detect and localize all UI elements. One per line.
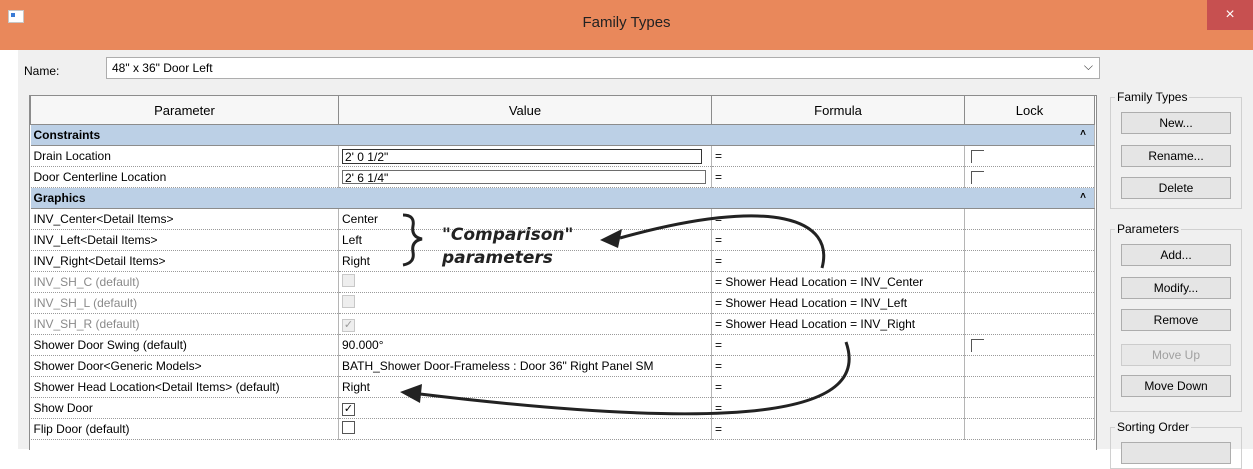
parameter-name: Show Door xyxy=(30,397,339,419)
formula-cell[interactable]: = xyxy=(711,397,965,419)
parameters-table: Parameter Value Formula Lock Constraints… xyxy=(29,95,1097,450)
value-input[interactable]: 2' 6 1/4" xyxy=(342,170,706,185)
parameter-name: INV_Center<Detail Items> xyxy=(30,208,339,230)
lock-cell xyxy=(964,271,1095,293)
lock-cell xyxy=(964,418,1095,440)
table-row: Show Door ✓ = xyxy=(30,397,1095,419)
add-parameter-button[interactable]: Add... xyxy=(1121,244,1231,266)
lock-cell xyxy=(964,376,1095,398)
table-row: INV_Right<Detail Items> Right = xyxy=(30,250,1095,272)
column-header-value[interactable]: Value xyxy=(338,96,712,125)
formula-cell[interactable]: = xyxy=(711,229,965,251)
table-row: INV_SH_C (default) = Shower Head Locatio… xyxy=(30,271,1095,293)
family-types-group: Family Types New... Rename... Delete xyxy=(1110,90,1242,209)
rename-type-button[interactable]: Rename... xyxy=(1121,145,1231,167)
sorting-order-group-title: Sorting Order xyxy=(1115,420,1192,434)
collapse-icon[interactable]: ˄ xyxy=(1080,191,1086,202)
lock-cell xyxy=(964,313,1095,335)
group-label: Graphics xyxy=(33,191,86,205)
chevron-down-icon: ⌵ xyxy=(1083,59,1093,73)
value-cell[interactable]: Right xyxy=(338,376,712,398)
parameter-name: INV_Left<Detail Items> xyxy=(30,229,339,251)
value-checkbox xyxy=(342,274,355,287)
value-cell[interactable]: 90.000° xyxy=(338,334,712,356)
name-value: 48" x 36" Door Left xyxy=(112,61,213,75)
parameters-group-title: Parameters xyxy=(1115,222,1182,236)
formula-cell[interactable]: = xyxy=(711,145,965,167)
value-checkbox: ✓ xyxy=(342,318,355,332)
table-row: INV_SH_L (default) = Shower Head Locatio… xyxy=(30,292,1095,314)
title-bar: Family Types × xyxy=(0,0,1253,50)
family-types-dialog: Name: 48" x 36" Door Left ⌵ Parameter Va… xyxy=(18,50,1253,469)
sorting-order-group: Sorting Order xyxy=(1110,420,1242,469)
table-row: Flip Door (default) = xyxy=(30,418,1095,440)
lock-cell xyxy=(964,292,1095,314)
parameter-name: INV_SH_R (default) xyxy=(30,313,339,335)
modify-parameter-button[interactable]: Modify... xyxy=(1121,277,1231,299)
parameter-name: Flip Door (default) xyxy=(30,418,339,440)
lock-checkbox[interactable] xyxy=(971,339,984,352)
annotation-line-2: parameters xyxy=(442,248,553,268)
lock-checkbox[interactable] xyxy=(971,150,984,163)
lock-cell xyxy=(964,250,1095,272)
formula-cell[interactable]: = xyxy=(711,208,965,230)
parameter-name: Door Centerline Location xyxy=(30,166,339,188)
value-checkbox[interactable] xyxy=(342,421,355,434)
annotation-line-1: "Comparison" xyxy=(442,225,574,245)
group-label: Constraints xyxy=(33,128,101,142)
lock-cell xyxy=(964,397,1095,419)
parameters-group: Parameters Add... Modify... Remove Move … xyxy=(1110,222,1242,412)
formula-cell[interactable]: = xyxy=(711,166,965,188)
delete-type-button[interactable]: Delete xyxy=(1121,177,1231,199)
table-row: Door Centerline Location 2' 6 1/4" = xyxy=(30,166,1095,188)
move-up-button[interactable]: Move Up xyxy=(1121,344,1231,366)
parameter-name: INV_SH_C (default) xyxy=(30,271,339,293)
value-cell[interactable]: BATH_Shower Door-Frameless : Door 36" Ri… xyxy=(338,355,712,377)
table-header: Parameter Value Formula Lock xyxy=(30,96,1095,125)
parameter-name: Shower Head Location<Detail Items> (defa… xyxy=(30,376,339,398)
lock-cell xyxy=(964,229,1095,251)
table-row: Shower Head Location<Detail Items> (defa… xyxy=(30,376,1095,398)
window-title: Family Types xyxy=(582,14,671,31)
table-row: INV_SH_R (default) ✓ = Shower Head Locat… xyxy=(30,313,1095,335)
parameter-name: Drain Location xyxy=(30,145,339,167)
value-checkbox[interactable]: ✓ xyxy=(342,402,355,416)
group-row-graphics[interactable]: Graphics ˄ xyxy=(30,187,1095,209)
remove-parameter-button[interactable]: Remove xyxy=(1121,309,1231,331)
value-checkbox xyxy=(342,295,355,308)
lock-cell xyxy=(964,355,1095,377)
parameter-name: Shower Door Swing (default) xyxy=(30,334,339,356)
column-header-lock[interactable]: Lock xyxy=(964,96,1095,125)
value-input[interactable]: 2' 0 1/2" xyxy=(342,148,702,164)
formula-cell[interactable]: = Shower Head Location = INV_Right xyxy=(711,313,965,335)
name-select[interactable]: 48" x 36" Door Left ⌵ xyxy=(106,57,1100,79)
parameter-name: INV_SH_L (default) xyxy=(30,292,339,314)
parameter-name: Shower Door<Generic Models> xyxy=(30,355,339,377)
formula-cell[interactable]: = xyxy=(711,376,965,398)
column-header-parameter[interactable]: Parameter xyxy=(30,96,339,125)
table-row: Shower Door<Generic Models> BATH_Shower … xyxy=(30,355,1095,377)
group-row-constraints[interactable]: Constraints ˄ xyxy=(30,124,1095,146)
formula-cell[interactable]: = xyxy=(711,334,965,356)
formula-cell[interactable]: = Shower Head Location = INV_Center xyxy=(711,271,965,293)
close-button[interactable]: × xyxy=(1207,0,1253,30)
table-row: Drain Location 2' 0 1/2" = xyxy=(30,145,1095,167)
name-label: Name: xyxy=(24,64,60,78)
new-type-button[interactable]: New... xyxy=(1121,112,1231,134)
family-types-group-title: Family Types xyxy=(1115,90,1190,104)
formula-cell[interactable]: = xyxy=(711,250,965,272)
sort-button[interactable] xyxy=(1121,442,1231,464)
table-row: Shower Door Swing (default) 90.000° = xyxy=(30,334,1095,356)
move-down-button[interactable]: Move Down xyxy=(1121,375,1231,397)
parameter-name: INV_Right<Detail Items> xyxy=(30,250,339,272)
lock-checkbox[interactable] xyxy=(971,171,984,184)
lock-cell xyxy=(964,208,1095,230)
formula-cell[interactable]: = xyxy=(711,418,965,440)
formula-cell[interactable]: = Shower Head Location = INV_Left xyxy=(711,292,965,314)
collapse-icon[interactable]: ˄ xyxy=(1080,128,1086,139)
column-header-formula[interactable]: Formula xyxy=(711,96,965,125)
formula-cell[interactable]: = xyxy=(711,355,965,377)
